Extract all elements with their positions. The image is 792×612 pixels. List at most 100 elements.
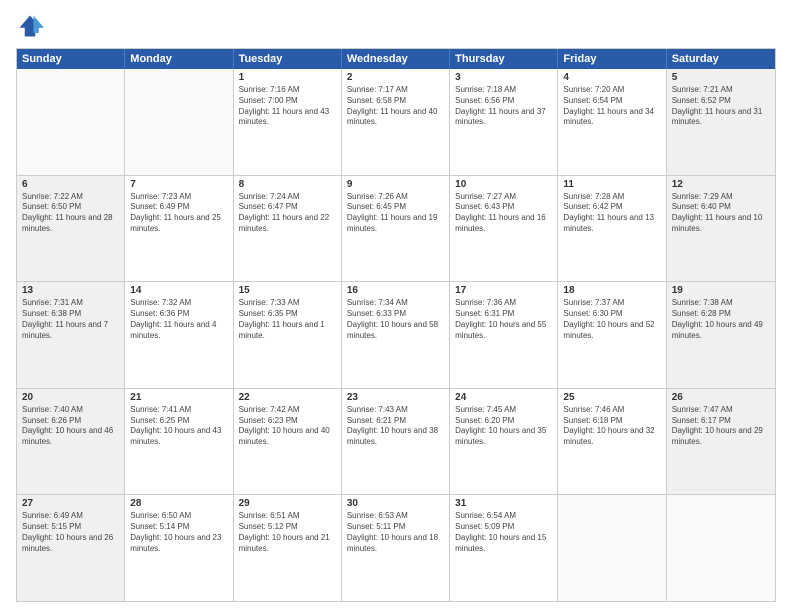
day-number: 25 [563,392,660,403]
day-number: 1 [239,72,336,83]
cell-info: Sunrise: 7:43 AM Sunset: 6:21 PM Dayligh… [347,405,444,448]
cell-info: Sunrise: 7:40 AM Sunset: 6:26 PM Dayligh… [22,405,119,448]
logo-icon [16,12,44,40]
day-number: 17 [455,285,552,296]
empty-cell [125,69,233,175]
calendar-row-2: 6 Sunrise: 7:22 AM Sunset: 6:50 PM Daylig… [17,175,775,282]
day-number: 26 [672,392,770,403]
day-number: 5 [672,72,770,83]
header [16,12,776,40]
day-number: 4 [563,72,660,83]
cell-info: Sunrise: 6:53 AM Sunset: 5:11 PM Dayligh… [347,511,444,554]
day-cell-6: 6 Sunrise: 7:22 AM Sunset: 6:50 PM Daylig… [17,176,125,282]
day-cell-10: 10 Sunrise: 7:27 AM Sunset: 6:43 PM Dayli… [450,176,558,282]
day-cell-1: 1 Sunrise: 7:16 AM Sunset: 7:00 PM Daylig… [234,69,342,175]
day-number: 8 [239,179,336,190]
day-cell-28: 28 Sunrise: 6:50 AM Sunset: 5:14 PM Dayli… [125,495,233,601]
day-number: 15 [239,285,336,296]
day-number: 14 [130,285,227,296]
cell-info: Sunrise: 7:37 AM Sunset: 6:30 PM Dayligh… [563,298,660,341]
day-number: 19 [672,285,770,296]
day-cell-23: 23Sunrise: 7:43 AM Sunset: 6:21 PM Dayli… [342,389,450,495]
cell-info: Sunrise: 6:51 AM Sunset: 5:12 PM Dayligh… [239,511,336,554]
day-number: 28 [130,498,227,509]
day-number: 20 [22,392,119,403]
day-cell-22: 22Sunrise: 7:42 AM Sunset: 6:23 PM Dayli… [234,389,342,495]
day-cell-11: 11 Sunrise: 7:28 AM Sunset: 6:42 PM Dayli… [558,176,666,282]
cell-info: Sunrise: 6:54 AM Sunset: 5:09 PM Dayligh… [455,511,552,554]
day-cell-24: 24 Sunrise: 7:45 AM Sunset: 6:20 PM Dayli… [450,389,558,495]
day-cell-26: 26 Sunrise: 7:47 AM Sunset: 6:17 PM Dayli… [667,389,775,495]
day-cell-8: 8 Sunrise: 7:24 AM Sunset: 6:47 PM Daylig… [234,176,342,282]
cell-info: Sunrise: 7:34 AM Sunset: 6:33 PM Dayligh… [347,298,444,341]
day-cell-2: 2Sunrise: 7:17 AM Sunset: 6:58 PM Daylig… [342,69,450,175]
header-day-saturday: Saturday [667,49,775,69]
cell-info: Sunrise: 7:33 AM Sunset: 6:35 PM Dayligh… [239,298,336,341]
calendar-row-1: 1 Sunrise: 7:16 AM Sunset: 7:00 PM Daylig… [17,69,775,175]
cell-info: Sunrise: 7:27 AM Sunset: 6:43 PM Dayligh… [455,192,552,235]
header-day-monday: Monday [125,49,233,69]
cell-info: Sunrise: 7:46 AM Sunset: 6:18 PM Dayligh… [563,405,660,448]
day-number: 21 [130,392,227,403]
calendar-row-3: 13Sunrise: 7:31 AM Sunset: 6:38 PM Dayli… [17,281,775,388]
cell-info: Sunrise: 7:24 AM Sunset: 6:47 PM Dayligh… [239,192,336,235]
cell-info: Sunrise: 7:47 AM Sunset: 6:17 PM Dayligh… [672,405,770,448]
cell-info: Sunrise: 7:20 AM Sunset: 6:54 PM Dayligh… [563,85,660,128]
calendar-body: 1 Sunrise: 7:16 AM Sunset: 7:00 PM Daylig… [17,69,775,601]
day-number: 27 [22,498,119,509]
cell-info: Sunrise: 7:31 AM Sunset: 6:38 PM Dayligh… [22,298,119,341]
logo [16,12,48,40]
day-cell-12: 12 Sunrise: 7:29 AM Sunset: 6:40 PM Dayli… [667,176,775,282]
day-cell-4: 4 Sunrise: 7:20 AM Sunset: 6:54 PM Daylig… [558,69,666,175]
day-cell-25: 25 Sunrise: 7:46 AM Sunset: 6:18 PM Dayli… [558,389,666,495]
day-cell-13: 13Sunrise: 7:31 AM Sunset: 6:38 PM Dayli… [17,282,125,388]
cell-info: Sunrise: 7:32 AM Sunset: 6:36 PM Dayligh… [130,298,227,341]
cell-info: Sunrise: 7:28 AM Sunset: 6:42 PM Dayligh… [563,192,660,235]
cell-info: Sunrise: 7:18 AM Sunset: 6:56 PM Dayligh… [455,85,552,128]
cell-info: Sunrise: 7:22 AM Sunset: 6:50 PM Dayligh… [22,192,119,235]
day-cell-20: 20 Sunrise: 7:40 AM Sunset: 6:26 PM Dayli… [17,389,125,495]
day-number: 12 [672,179,770,190]
day-cell-21: 21 Sunrise: 7:41 AM Sunset: 6:25 PM Dayli… [125,389,233,495]
header-day-sunday: Sunday [17,49,125,69]
day-number: 18 [563,285,660,296]
empty-cell [667,495,775,601]
header-day-friday: Friday [558,49,666,69]
day-cell-18: 18 Sunrise: 7:37 AM Sunset: 6:30 PM Dayli… [558,282,666,388]
day-cell-17: 17Sunrise: 7:36 AM Sunset: 6:31 PM Dayli… [450,282,558,388]
cell-info: Sunrise: 7:29 AM Sunset: 6:40 PM Dayligh… [672,192,770,235]
calendar-row-4: 20 Sunrise: 7:40 AM Sunset: 6:26 PM Dayli… [17,388,775,495]
day-number: 10 [455,179,552,190]
day-cell-14: 14 Sunrise: 7:32 AM Sunset: 6:36 PM Dayli… [125,282,233,388]
empty-cell [17,69,125,175]
day-number: 7 [130,179,227,190]
day-cell-7: 7 Sunrise: 7:23 AM Sunset: 6:49 PM Daylig… [125,176,233,282]
day-number: 31 [455,498,552,509]
day-cell-27: 27 Sunrise: 6:49 AM Sunset: 5:15 PM Dayli… [17,495,125,601]
day-number: 29 [239,498,336,509]
day-number: 11 [563,179,660,190]
calendar: SundayMondayTuesdayWednesdayThursdayFrid… [16,48,776,602]
day-cell-31: 31 Sunrise: 6:54 AM Sunset: 5:09 PM Dayli… [450,495,558,601]
empty-cell [558,495,666,601]
header-day-wednesday: Wednesday [342,49,450,69]
cell-info: Sunrise: 7:23 AM Sunset: 6:49 PM Dayligh… [130,192,227,235]
calendar-row-5: 27 Sunrise: 6:49 AM Sunset: 5:15 PM Dayli… [17,494,775,601]
cell-info: Sunrise: 7:45 AM Sunset: 6:20 PM Dayligh… [455,405,552,448]
cell-info: Sunrise: 7:16 AM Sunset: 7:00 PM Dayligh… [239,85,336,128]
day-cell-16: 16Sunrise: 7:34 AM Sunset: 6:33 PM Dayli… [342,282,450,388]
page: SundayMondayTuesdayWednesdayThursdayFrid… [0,0,792,612]
day-number: 6 [22,179,119,190]
cell-info: Sunrise: 6:49 AM Sunset: 5:15 PM Dayligh… [22,511,119,554]
cell-info: Sunrise: 7:26 AM Sunset: 6:45 PM Dayligh… [347,192,444,235]
cell-info: Sunrise: 7:41 AM Sunset: 6:25 PM Dayligh… [130,405,227,448]
day-cell-30: 30Sunrise: 6:53 AM Sunset: 5:11 PM Dayli… [342,495,450,601]
day-number: 2 [347,72,444,83]
header-day-tuesday: Tuesday [234,49,342,69]
day-cell-9: 9Sunrise: 7:26 AM Sunset: 6:45 PM Daylig… [342,176,450,282]
header-day-thursday: Thursday [450,49,558,69]
cell-info: Sunrise: 6:50 AM Sunset: 5:14 PM Dayligh… [130,511,227,554]
day-number: 3 [455,72,552,83]
day-number: 24 [455,392,552,403]
day-cell-19: 19Sunrise: 7:38 AM Sunset: 6:28 PM Dayli… [667,282,775,388]
